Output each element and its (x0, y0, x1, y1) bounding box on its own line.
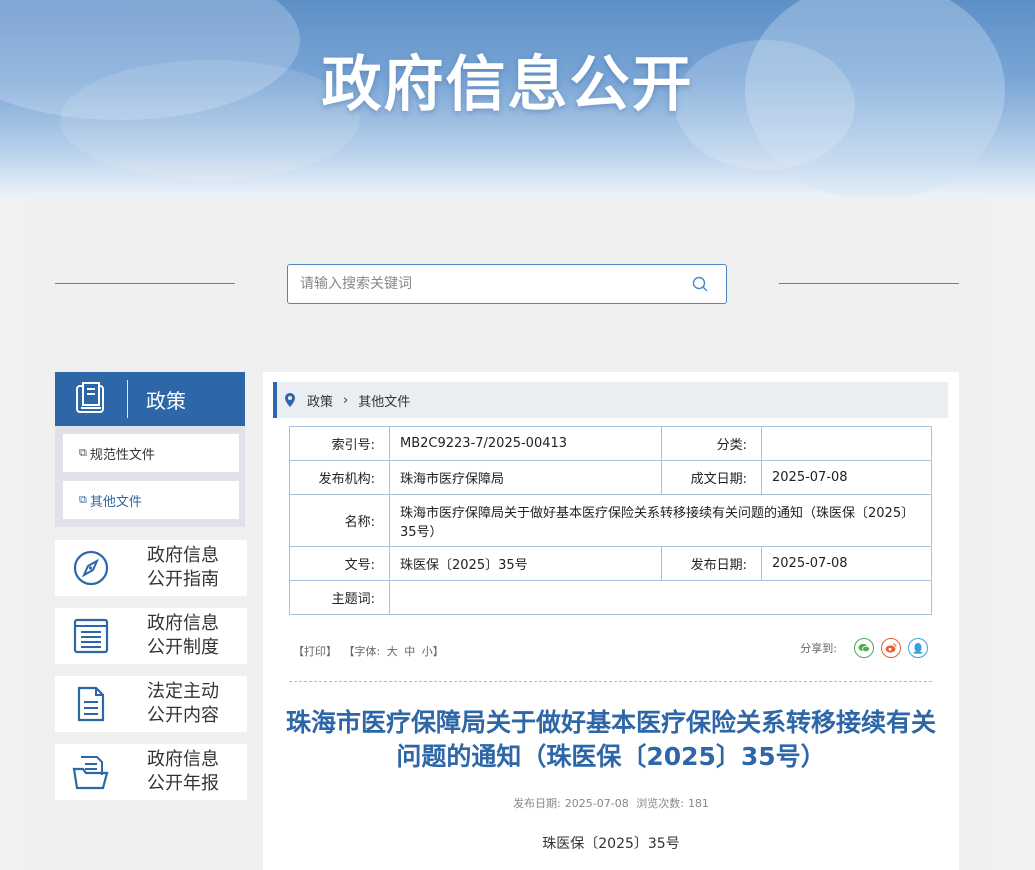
meta-value: 珠海市医疗保障局关于做好基本医疗保险关系转移接续有关问题的通知（珠医保〔2025… (389, 494, 932, 547)
sidebar-header-label: 政策 (146, 388, 186, 413)
article-doc-number: 珠医保〔2025〕35号 (542, 836, 680, 852)
folder-open-icon (72, 756, 109, 790)
meta-label: 发布日期: (661, 546, 762, 581)
sidebar-submenu: ⧉ 规范性文件 ⧉ 其他文件 (55, 426, 245, 527)
meta-label: 名称: (289, 494, 390, 547)
article-toolbar: 【打印】 【字体: 大 中 小】 分享到: (289, 638, 932, 662)
compass-icon (73, 550, 109, 586)
file-text-icon (77, 686, 105, 722)
search-input[interactable] (300, 265, 680, 303)
breadcrumb-item[interactable]: 政策 (307, 391, 333, 410)
sidebar-item-other-docs[interactable]: ⧉ 其他文件 (63, 481, 239, 519)
meta-value (761, 426, 932, 461)
sidebar-item-normative-docs[interactable]: ⧉ 规范性文件 (63, 434, 239, 472)
publish-date: 2025-07-08 (564, 797, 629, 810)
publish-date-label: 发布日期: (513, 797, 561, 810)
sidebar-card-label: 政府信息 (147, 545, 219, 566)
meta-label: 成文日期: (661, 460, 762, 495)
sidebar-card-label: 政府信息 (147, 613, 219, 634)
meta-value: MB2C9223-7/2025-00413 (389, 426, 662, 461)
document-copy-icon: ⧉ (79, 493, 87, 506)
search-box (287, 264, 727, 304)
sidebar-card-system[interactable]: 政府信息 公开制度 (55, 608, 247, 664)
font-large-link[interactable]: 大 (387, 645, 398, 658)
book-icon (76, 382, 104, 413)
sidebar-card-annual-report[interactable]: 政府信息 公开年报 (55, 744, 247, 800)
search-divider-left (55, 283, 235, 284)
sidebar-header[interactable]: 政策 (55, 372, 245, 426)
main-panel: 政策 ⧉ 规范性文件 ⧉ 其他文件 政府信息 公开指南 (27, 197, 987, 870)
font-medium-link[interactable]: 中 (404, 645, 415, 658)
meta-value: 珠海市医疗保障局 (389, 460, 662, 495)
document-meta-table: 索引号: MB2C9223-7/2025-00413 分类: 发布机构: 珠海市… (289, 426, 932, 615)
meta-label: 分类: (661, 426, 762, 461)
breadcrumb-item[interactable]: 其他文件 (358, 391, 410, 410)
meta-value (389, 580, 932, 615)
article-title: 珠海市医疗保障局关于做好基本医疗保险关系转移接续有关问题的通知（珠医保〔2025… (285, 708, 936, 771)
sidebar-card-label: 法定主动 (147, 681, 219, 702)
meta-label: 文号: (289, 546, 390, 581)
weibo-icon[interactable] (881, 638, 901, 658)
meta-label: 主题词: (289, 580, 390, 615)
article-meta: 发布日期: 2025-07-08 浏览次数: 181 (263, 795, 959, 811)
sidebar-card-label: 公开指南 (147, 569, 219, 590)
sidebar-card-guide[interactable]: 政府信息 公开指南 (55, 540, 247, 596)
font-small-link[interactable]: 小】 (422, 645, 444, 658)
font-size-label: 【字体: (343, 645, 381, 658)
document-copy-icon: ⧉ (79, 446, 87, 459)
sidebar-card-label: 公开内容 (147, 705, 219, 726)
sidebar-card-label: 公开年报 (147, 773, 219, 794)
sidebar-item-label: 其他文件 (89, 494, 142, 510)
sidebar-item-label: 规范性文件 (89, 447, 155, 463)
header-banner: 政府信息公开 (0, 0, 1035, 200)
list-document-icon (73, 618, 109, 654)
meta-label: 发布机构: (289, 460, 390, 495)
content-area: 政策 › 其他文件 索引号: MB2C9223-7/2025-00413 分类:… (263, 372, 959, 870)
search-divider-right (779, 283, 959, 284)
search-icon[interactable] (692, 276, 708, 292)
view-count-label: 浏览次数: (636, 797, 684, 810)
chevron-right-icon: › (343, 392, 349, 408)
sidebar-card-content[interactable]: 法定主动 公开内容 (55, 676, 247, 732)
view-count: 181 (687, 797, 709, 810)
meta-value: 2025-07-08 (761, 460, 932, 495)
location-pin-icon (285, 393, 295, 407)
print-link[interactable]: 【打印】 (293, 645, 337, 658)
page-title: 政府信息公开 (321, 50, 694, 120)
meta-value: 2025-07-08 (761, 546, 932, 581)
sidebar-card-label: 公开制度 (147, 637, 219, 658)
divider (289, 681, 932, 682)
meta-label: 索引号: (289, 426, 390, 461)
qq-icon[interactable] (908, 638, 928, 658)
share-label: 分享到: (800, 642, 837, 655)
sidebar-card-label: 政府信息 (147, 749, 219, 770)
wechat-icon[interactable] (854, 638, 874, 658)
sidebar-header-separator (127, 380, 128, 418)
breadcrumb: 政策 › 其他文件 (273, 382, 948, 418)
meta-value: 珠医保〔2025〕35号 (389, 546, 662, 581)
